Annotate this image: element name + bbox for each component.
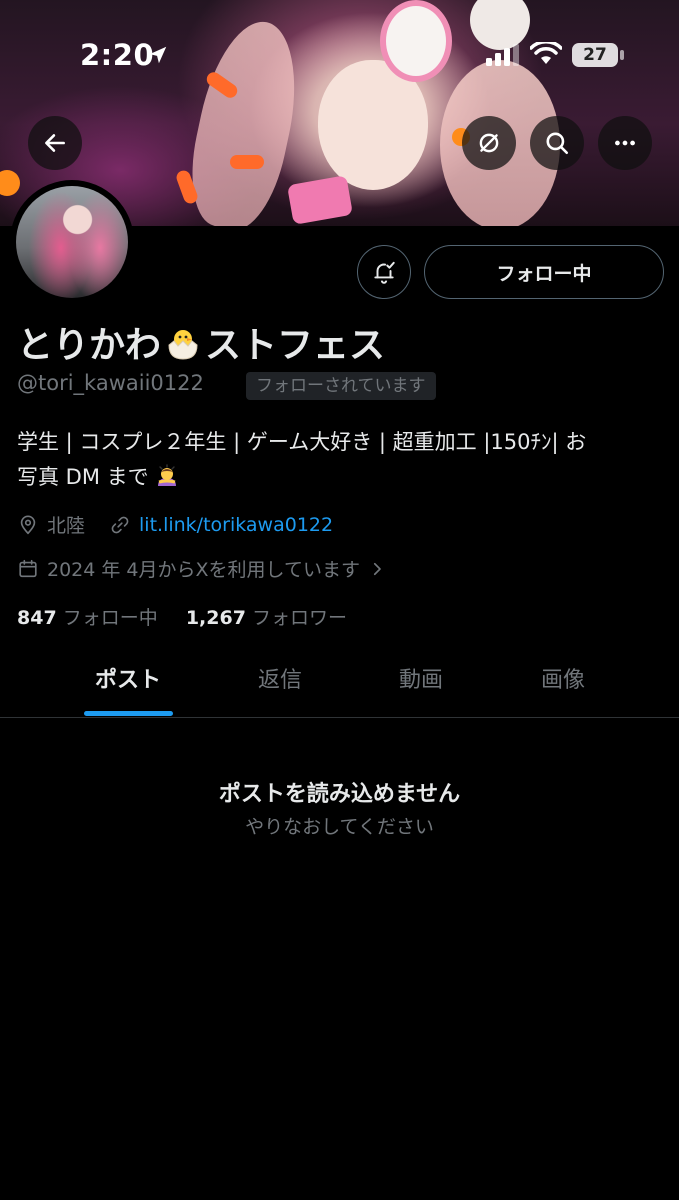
grok-button[interactable] xyxy=(462,116,516,170)
slash-circle-icon xyxy=(479,133,499,153)
battery-tip xyxy=(620,50,624,60)
empty-state-title: ポストを読み込めません xyxy=(218,782,461,807)
profile-avatar[interactable] xyxy=(10,180,134,304)
display-name-part2: ストフェス xyxy=(205,325,386,366)
followers-count: 1,267 xyxy=(185,607,246,629)
notification-bell-button[interactable] xyxy=(357,245,411,299)
bio-line-2-text: 写真 DM まで xyxy=(17,465,149,489)
follows-you-badge: フォローされています xyxy=(246,372,436,400)
tab-images[interactable]: 画像 xyxy=(493,655,633,717)
following-button[interactable]: フォロー中 xyxy=(424,245,664,299)
more-button[interactable] xyxy=(598,116,652,170)
avatar-image xyxy=(16,186,128,298)
followers-link[interactable]: 1,267 フォロワー xyxy=(186,607,347,629)
person-bowing-emoji-icon xyxy=(158,464,177,486)
chevron-right-icon xyxy=(373,562,381,575)
display-name-part1: とりかわ xyxy=(17,325,162,366)
website-link[interactable]: lit.link/torikawa0122 xyxy=(139,514,333,536)
location-arrow-icon xyxy=(149,46,167,64)
bio-line-2: 写真 DM まで xyxy=(17,460,667,495)
more-horizontal-icon xyxy=(615,140,635,146)
link-icon xyxy=(111,516,129,533)
profile-tabs: ポスト 返信 動画 画像 xyxy=(0,655,679,718)
joined-row[interactable]: 2024 年 4月からXを利用しています xyxy=(17,555,386,582)
joined-date: 2024 年 4月からXを利用しています xyxy=(47,559,360,581)
active-tab-indicator xyxy=(84,711,173,716)
location-pin-icon xyxy=(20,514,36,534)
tab-replies[interactable]: 返信 xyxy=(210,655,350,717)
bell-check-icon xyxy=(374,261,395,284)
status-bar: 2:20 27 xyxy=(0,0,679,110)
followers-label: フォロワー xyxy=(251,607,347,629)
battery-indicator: 27 xyxy=(572,43,618,67)
wifi-icon xyxy=(530,42,562,64)
cellular-signal-icon xyxy=(486,44,519,66)
following-label: フォロー中 xyxy=(62,607,158,629)
profile-meta-row: 北陸 lit.link/torikawa0122 xyxy=(17,511,333,538)
search-button[interactable] xyxy=(530,116,584,170)
back-button[interactable] xyxy=(28,116,82,170)
following-count: 847 xyxy=(17,607,57,629)
following-link[interactable]: 847 フォロー中 xyxy=(17,607,158,629)
status-time: 2:20 xyxy=(80,38,155,72)
user-handle: @tori_kawaii0122 xyxy=(17,371,204,395)
display-name: とりかわ ストフェス xyxy=(17,316,385,368)
empty-state-subtitle: やりなおしてください xyxy=(245,816,434,838)
hatching-chick-emoji-icon xyxy=(168,330,198,360)
profile-bio: 学生 | コスプレ２年生 | ゲーム大好き | 超重加工 |150ﾁﾝ| お 写… xyxy=(17,425,667,495)
tab-videos[interactable]: 動画 xyxy=(351,655,491,717)
location-text: 北陸 xyxy=(47,515,86,537)
follow-counts: 847 フォロー中 1,267 フォロワー xyxy=(17,603,347,630)
arrow-left-icon xyxy=(45,134,65,152)
tab-posts[interactable]: ポスト xyxy=(58,655,198,717)
bio-line-1: 学生 | コスプレ２年生 | ゲーム大好き | 超重加工 |150ﾁﾝ| お xyxy=(17,430,587,454)
search-icon xyxy=(546,132,569,155)
calendar-icon xyxy=(19,559,37,577)
